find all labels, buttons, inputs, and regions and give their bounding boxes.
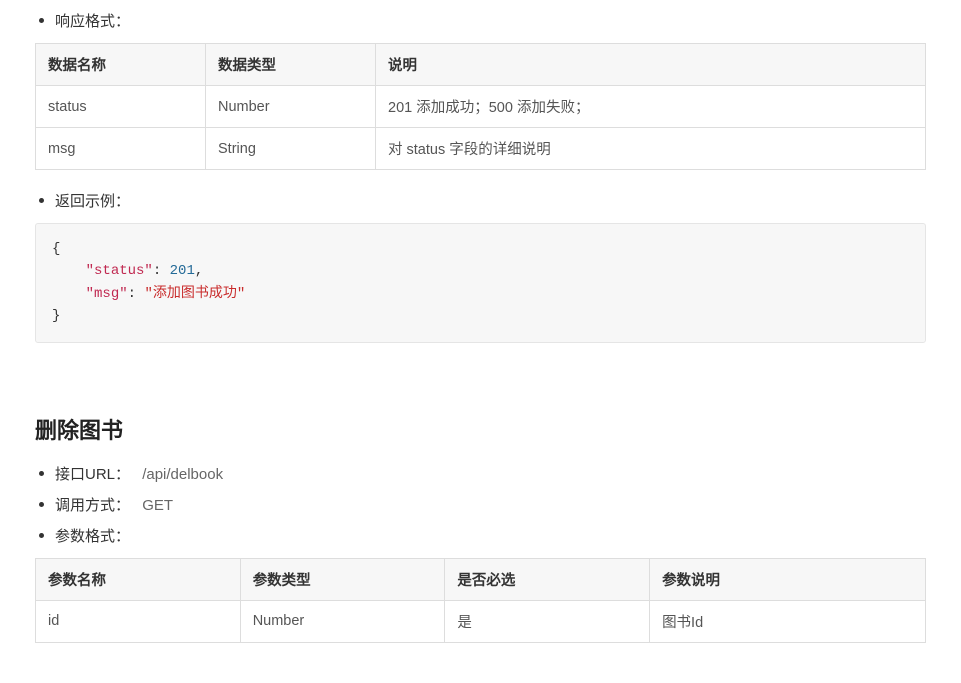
cell-required: 是 — [445, 600, 650, 642]
cell-desc: 图书Id — [650, 600, 926, 642]
value: GET — [142, 497, 173, 514]
table-row: msg String 对 status 字段的详细说明 — [36, 128, 926, 170]
comma: , — [195, 263, 203, 279]
cell-name: status — [36, 86, 206, 128]
table-header-row: 数据名称 数据类型 说明 — [36, 44, 926, 86]
col-header: 是否必选 — [445, 558, 650, 600]
text: 返回示例： — [55, 193, 130, 210]
indent — [52, 263, 86, 279]
label: 调用方式： — [55, 497, 130, 514]
brace-close: } — [52, 308, 60, 324]
col-header: 参数名称 — [36, 558, 241, 600]
json-string: "添加图书成功" — [144, 286, 245, 302]
value: /api/delbook — [142, 466, 223, 483]
cell-desc: 201 添加成功；500 添加失败； — [376, 86, 926, 128]
cell-type: Number — [206, 86, 376, 128]
json-key: "msg" — [86, 286, 128, 302]
param-format-item: 参数格式： — [35, 525, 926, 546]
api-method-item: 调用方式： GET — [35, 494, 926, 515]
cell-name: id — [36, 600, 241, 642]
col-header: 数据名称 — [36, 44, 206, 86]
json-key: "status" — [86, 263, 153, 279]
response-format-label: 响应格式： — [35, 10, 926, 31]
section-title-delete-book: 删除图书 — [35, 413, 926, 445]
cell-type: String — [206, 128, 376, 170]
table-header-row: 参数名称 参数类型 是否必选 参数说明 — [36, 558, 926, 600]
title-text: 删除图书 — [35, 418, 123, 443]
col-header: 参数类型 — [240, 558, 445, 600]
table-row: id Number 是 图书Id — [36, 600, 926, 642]
label: 接口URL： — [55, 466, 130, 483]
col-header: 参数说明 — [650, 558, 926, 600]
response-table: 数据名称 数据类型 说明 status Number 201 添加成功；500 … — [35, 43, 926, 170]
json-number: 201 — [170, 263, 195, 279]
code-example: { "status": 201, "msg": "添加图书成功" } — [35, 223, 926, 343]
return-example-label: 返回示例： — [35, 190, 926, 211]
table-row: status Number 201 添加成功；500 添加失败； — [36, 86, 926, 128]
indent — [52, 286, 86, 302]
text: 响应格式： — [55, 13, 130, 30]
brace-open: { — [52, 241, 60, 257]
cell-name: msg — [36, 128, 206, 170]
label: 参数格式： — [55, 528, 130, 545]
col-header: 说明 — [376, 44, 926, 86]
api-url-item: 接口URL： /api/delbook — [35, 463, 926, 484]
col-header: 数据类型 — [206, 44, 376, 86]
cell-type: Number — [240, 600, 445, 642]
cell-desc: 对 status 字段的详细说明 — [376, 128, 926, 170]
param-table: 参数名称 参数类型 是否必选 参数说明 id Number 是 图书Id — [35, 558, 926, 643]
